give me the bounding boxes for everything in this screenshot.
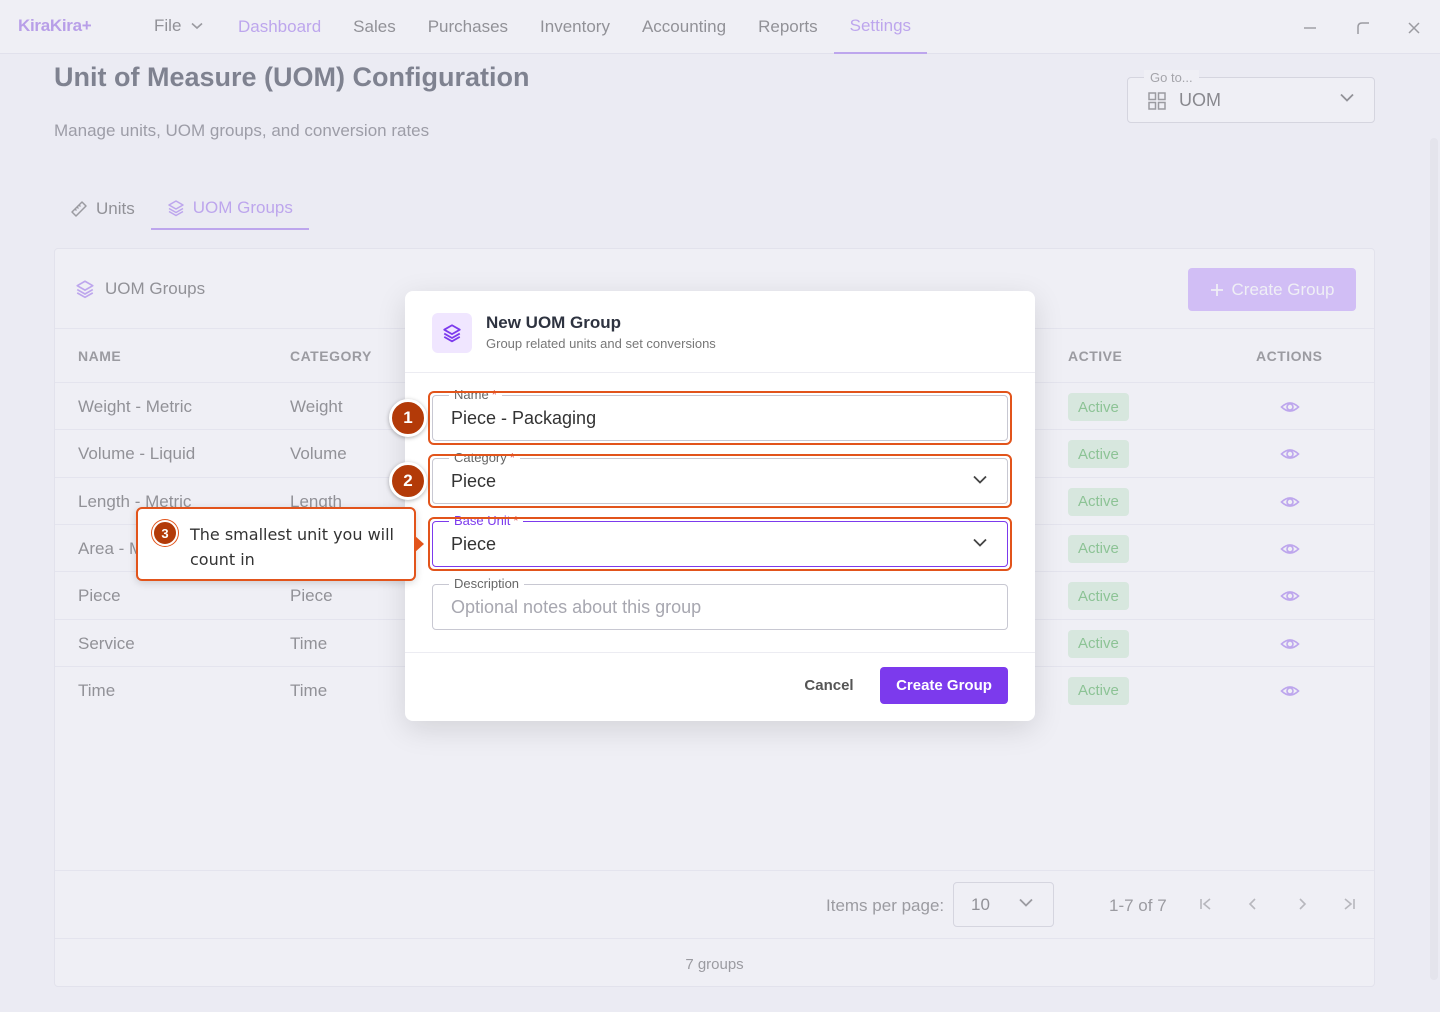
dialog-title: New UOM Group [486,313,622,332]
description-placeholder: Optional notes about this group [451,597,702,617]
description-field[interactable]: Description Optional notes about this gr… [432,577,1008,630]
callout-step-badge: 2 [389,462,427,500]
dialog-icon [432,313,472,353]
callout-step-badge: 1 [389,399,427,437]
dialog-divider [405,652,1035,653]
cancel-button[interactable]: Cancel [792,667,866,704]
dialog-subtitle: Group related units and set conversions [486,336,716,351]
layers-icon [443,324,461,343]
callout-highlight-name [428,391,1012,445]
callout-arrow [414,535,424,553]
callout-highlight-category [428,454,1012,508]
callout-tooltip: 3 The smallest unit you will count in [136,507,416,581]
callout-highlight-base-unit [428,517,1012,571]
description-field-label: Description [449,577,525,591]
dialog-divider [405,372,1035,373]
callout-tooltip-text: The smallest unit you will count in [190,525,394,569]
create-group-submit-button[interactable]: Create Group [880,667,1008,704]
callout-step-badge: 3 [152,520,178,546]
